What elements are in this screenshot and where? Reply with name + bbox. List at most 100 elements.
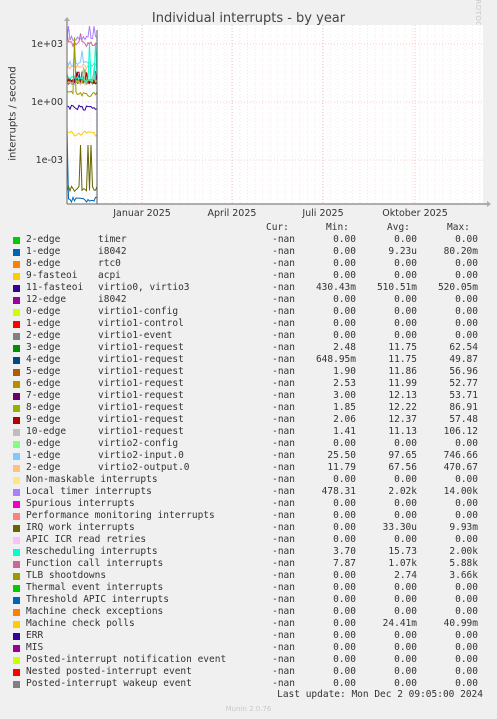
series-min: 0.00 [333,330,356,341]
series-min: 430.43m [315,282,356,293]
series-avg: 0.00 [394,294,417,305]
series-max: 0.00 [455,642,478,653]
series-cur: -nan [272,606,295,617]
series-cur: -nan [272,450,295,461]
series-name: Machine check exceptions [26,606,164,617]
series-name: 1-edge [26,450,61,461]
series-cur: -nan [272,402,295,413]
series-avg: 0.00 [394,306,417,317]
series-min: 0.00 [333,522,356,533]
series-min: 25.50 [327,450,356,461]
legend-header-cur: Cur: [266,222,289,233]
series-cur: -nan [272,294,295,305]
series-cur: -nan [272,570,295,581]
series-avg: 0.00 [394,258,417,269]
series-avg: 12.37 [388,414,417,425]
series-avg: 0.00 [394,318,417,329]
legend-swatch [13,369,20,376]
series-name: 2-edge [26,234,61,245]
series-avg: 11.86 [388,366,417,377]
series-min: 1.41 [333,426,356,437]
series-avg: 12.22 [388,402,417,413]
series-max: 0.00 [455,630,478,641]
series-max: 9.93m [449,522,478,533]
legend-swatch [13,393,20,400]
series-cur: -nan [272,522,295,533]
legend-swatch [13,261,20,268]
legend-swatch [13,549,20,556]
series-avg: 1.07k [388,558,417,569]
legend-swatch [13,429,20,436]
series-cur: -nan [272,618,295,629]
legend-row: 1-edge i8042 -nan 0.00 9.23u 80.20m [0,246,497,258]
series-max: 0.00 [455,510,478,521]
series-max: 0.00 [455,594,478,605]
series-device: virtio0, virtio3 [98,282,190,293]
series-avg: 97.65 [388,450,417,461]
legend-swatch [13,273,20,280]
series-cur: -nan [272,354,295,365]
series-cur: -nan [272,270,295,281]
series-max: 0.00 [455,318,478,329]
legend-swatch [13,525,20,532]
chart-plot: 1e+03 1e+00 1e-03 Januar 2025 April 2025 Juli… [31,17,491,219]
legend-row: TLB shootdowns -nan 0.00 2.74 3.66k [0,570,497,582]
series-min: 648.95m [315,354,356,365]
series-name: Local timer interrupts [26,486,152,497]
series-device: virtio1-request [98,378,184,389]
series-avg: 11.75 [388,354,417,365]
series-device: virtio1-request [98,390,184,401]
series-cur: -nan [272,486,295,497]
series-min: 0.00 [333,618,356,629]
series-max: 0.00 [455,474,478,485]
legend-row: Threshold APIC interrupts -nan 0.00 0.00 0.0… [0,594,497,606]
series-max: 0.00 [455,438,478,449]
legend-row: Nested posted-interrupt event -nan 0.00 0.0… [0,666,497,678]
series-cur: -nan [272,510,295,521]
series-cur: -nan [272,414,295,425]
series-avg: 11.13 [388,426,417,437]
legend-swatch [13,561,20,568]
series-cur: -nan [272,318,295,329]
series-avg: 12.13 [388,390,417,401]
x-tick-label: April 2025 [208,208,257,219]
legend-row: APIC ICR read retries -nan 0.00 0.00 0.00 [0,534,497,546]
series-device: virtio2-config [98,438,179,449]
legend-row: Local timer interrupts -nan 478.31 2.02k 14.… [0,486,497,498]
legend-swatch [13,357,20,364]
series-name: 8-edge [26,402,61,413]
legend-swatch [13,465,20,472]
legend-row: 3-edge virtio1-request -nan 2.48 11.75 62.54 [0,342,497,354]
series-min: 0.00 [333,570,356,581]
series-min: 0.00 [333,498,356,509]
legend-swatch [13,585,20,592]
legend-swatch [13,573,20,580]
legend-swatch [13,669,20,676]
series-max: 0.00 [455,306,478,317]
series-name: TLB shootdowns [26,570,107,581]
series-cur: -nan [272,546,295,557]
series-cur: -nan [272,258,295,269]
series-name: 6-edge [26,378,61,389]
series-avg: 0.00 [394,666,417,677]
series-name: 8-edge [26,258,61,269]
last-update: Last update: Mon Dec 2 09:05:00 2024 [277,689,483,700]
series-cur: -nan [272,582,295,593]
legend-row: 2-edge virtio1-event -nan 0.00 0.00 0.00 [0,330,497,342]
series-max: 0.00 [455,270,478,281]
series-cur: -nan [272,306,295,317]
series-min: 0.00 [333,654,356,665]
series-min: 0.00 [333,678,356,689]
series-avg: 0.00 [394,594,417,605]
legend-swatch [13,381,20,388]
series-max: 57.48 [449,414,478,425]
series-avg: 0.00 [394,654,417,665]
series-cur: -nan [272,654,295,665]
legend-row: Machine check polls -nan 0.00 24.41m 40.99m [0,618,497,630]
legend-swatch [13,633,20,640]
series-name: Function call interrupts [26,558,164,569]
series-min: 0.00 [333,270,356,281]
series-device: virtio1-request [98,426,184,437]
series-device: virtio1-config [98,306,179,317]
series-min: 0.00 [333,606,356,617]
